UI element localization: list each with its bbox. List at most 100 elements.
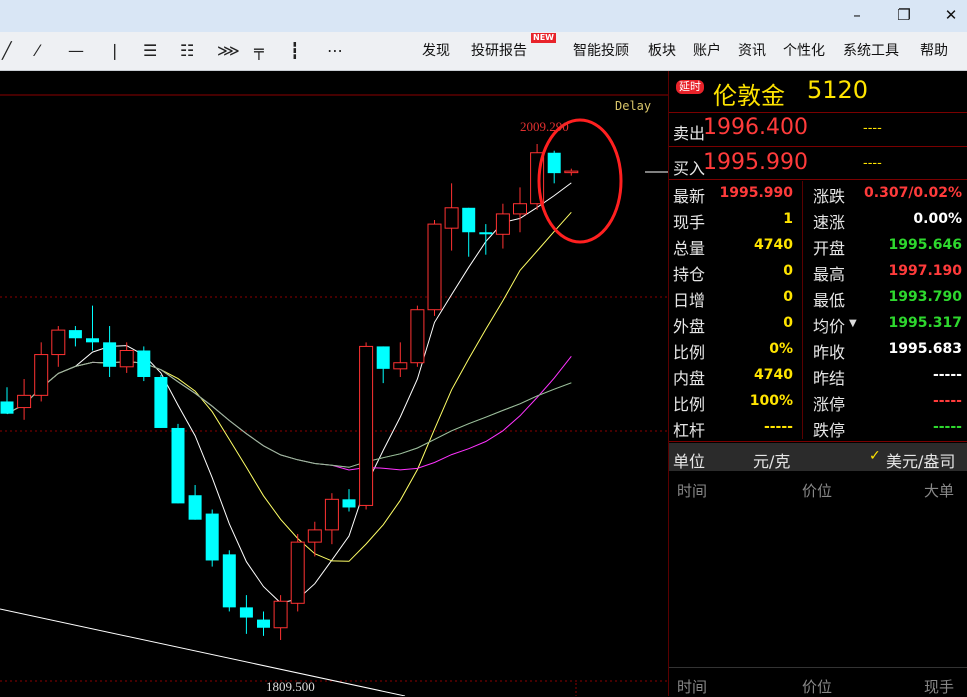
stat-label: 速涨 — [813, 213, 846, 232]
candle-body — [513, 203, 527, 215]
trend-line — [0, 608, 406, 696]
column-divider — [802, 181, 803, 439]
menu-discover[interactable]: 发现 — [422, 40, 450, 60]
title-bar: – ❐ ✕ — [0, 0, 967, 32]
candle-body — [427, 223, 442, 311]
stat-value: ----- — [932, 367, 962, 383]
horizontal-line-icon[interactable]: — — [68, 41, 84, 60]
trades-time-header: 时间 — [677, 678, 708, 696]
vertical-line-icon[interactable]: ❘ — [108, 41, 121, 60]
candle-body — [137, 350, 151, 377]
stat-value: 1995.990 — [719, 185, 793, 201]
fibonacci-icon[interactable]: ╤ — [254, 41, 264, 60]
checkmark-icon[interactable]: ✓ — [869, 448, 881, 464]
candle-body — [34, 354, 49, 396]
candle-body — [564, 170, 579, 174]
candle-body — [376, 346, 390, 369]
moving-average-lines — [6, 182, 572, 604]
candle-body — [495, 213, 510, 235]
more-tools-icon[interactable]: ⋯ — [327, 41, 343, 60]
candlestick-chart[interactable]: Delay 2009.290 1809.500 — [0, 71, 668, 696]
candle-body — [103, 342, 117, 367]
ticks-big-order-header: 大单 — [924, 482, 955, 500]
candle-body — [479, 232, 493, 235]
draw-line-icon[interactable]: ╱ — [2, 41, 12, 60]
ma40-line — [6, 360, 572, 468]
candle-body — [154, 376, 168, 428]
delay-badge: 延时 — [676, 80, 704, 94]
stat-value: 100% — [749, 393, 793, 409]
restore-button[interactable]: ❐ — [891, 4, 917, 26]
stat-value: 1995.683 — [888, 341, 962, 357]
stat-label: 均价 — [813, 317, 846, 336]
stat-value: 1995.317 — [888, 315, 962, 331]
menu-research-report[interactable]: 投研报告 — [471, 40, 527, 60]
candle-body — [51, 329, 66, 356]
menu-help[interactable]: 帮助 — [920, 40, 948, 60]
ma60-line — [6, 360, 572, 468]
period-lines-icon[interactable]: ┇ — [290, 41, 300, 60]
candle-body — [273, 600, 288, 629]
stat-value: 0 — [783, 263, 793, 279]
stat-label: 最高 — [813, 265, 846, 284]
buy-price: 1995.990 — [703, 150, 808, 175]
stat-label: 昨收 — [813, 343, 846, 362]
stat-label: 涨跌 — [813, 187, 846, 206]
menu-system-tools[interactable]: 系统工具 — [843, 40, 899, 60]
candle-body — [239, 607, 253, 618]
candle-body — [17, 394, 32, 409]
divider — [669, 179, 967, 180]
stat-value: 0.00% — [913, 211, 962, 227]
new-badge: NEW — [531, 33, 556, 43]
stat-label: 跌停 — [813, 421, 846, 440]
ticks-price-header: 价位 — [802, 482, 833, 500]
buy-label: 买入 — [673, 159, 706, 178]
menu-account[interactable]: 账户 — [693, 40, 721, 60]
menu-sectors[interactable]: 板块 — [648, 40, 676, 60]
delay-label: Delay — [615, 99, 651, 113]
stat-value: ----- — [763, 419, 793, 435]
buy-volume: ---- — [863, 156, 882, 171]
stat-value: 0 — [783, 315, 793, 331]
trades-volume-header: 现手 — [924, 678, 955, 696]
stat-value: 1 — [783, 211, 793, 227]
draw-ray-icon[interactable]: ⁄ — [36, 41, 39, 60]
stat-label: 昨结 — [813, 369, 846, 388]
parallel-lines-icon[interactable]: ☰ — [143, 41, 157, 60]
stat-value: 0% — [769, 341, 793, 357]
candle-body — [290, 541, 305, 604]
stat-value: 0 — [783, 289, 793, 305]
close-button[interactable]: ✕ — [938, 4, 964, 26]
instrument-name: 伦敦金 — [713, 82, 785, 110]
ma5-line — [6, 182, 572, 604]
minimize-button[interactable]: – — [844, 4, 870, 26]
ma10-line — [6, 211, 572, 562]
dropdown-arrow-icon[interactable]: ▼ — [849, 318, 857, 329]
menu-smart-advisor[interactable]: 智能投顾 — [573, 40, 629, 60]
candle-body — [359, 345, 374, 506]
candle-body — [205, 513, 219, 561]
candle-body — [0, 401, 14, 414]
divider — [669, 146, 967, 147]
unit-value[interactable]: 元/克 — [753, 448, 790, 472]
sell-volume: ---- — [863, 121, 882, 136]
stat-value: 1997.190 — [888, 263, 962, 279]
stat-value: 1993.790 — [888, 289, 962, 305]
unit-option[interactable]: 美元/盎司 — [886, 448, 955, 472]
candle-body — [68, 330, 82, 339]
quote-panel: 延时 伦敦金 5120 卖出 1996.400 ---- 买入 1995.990… — [668, 71, 967, 696]
menu-news[interactable]: 资讯 — [738, 40, 766, 60]
stat-value: ----- — [932, 419, 962, 435]
candle-body — [257, 619, 270, 628]
stat-value: 4740 — [754, 367, 793, 383]
channel-icon[interactable]: ☷ — [180, 41, 194, 60]
stat-label: 开盘 — [813, 239, 846, 258]
ma20-line — [6, 355, 572, 471]
sell-label: 卖出 — [673, 124, 706, 143]
unit-bar: 单位 元/克 ✓ 美元/盎司 — [669, 443, 967, 471]
candle-body — [393, 362, 408, 370]
candle-body — [444, 207, 459, 229]
menu-personalize[interactable]: 个性化 — [783, 40, 825, 60]
fan-lines-icon[interactable]: ⋙ — [217, 41, 240, 60]
candle-body — [342, 499, 356, 508]
